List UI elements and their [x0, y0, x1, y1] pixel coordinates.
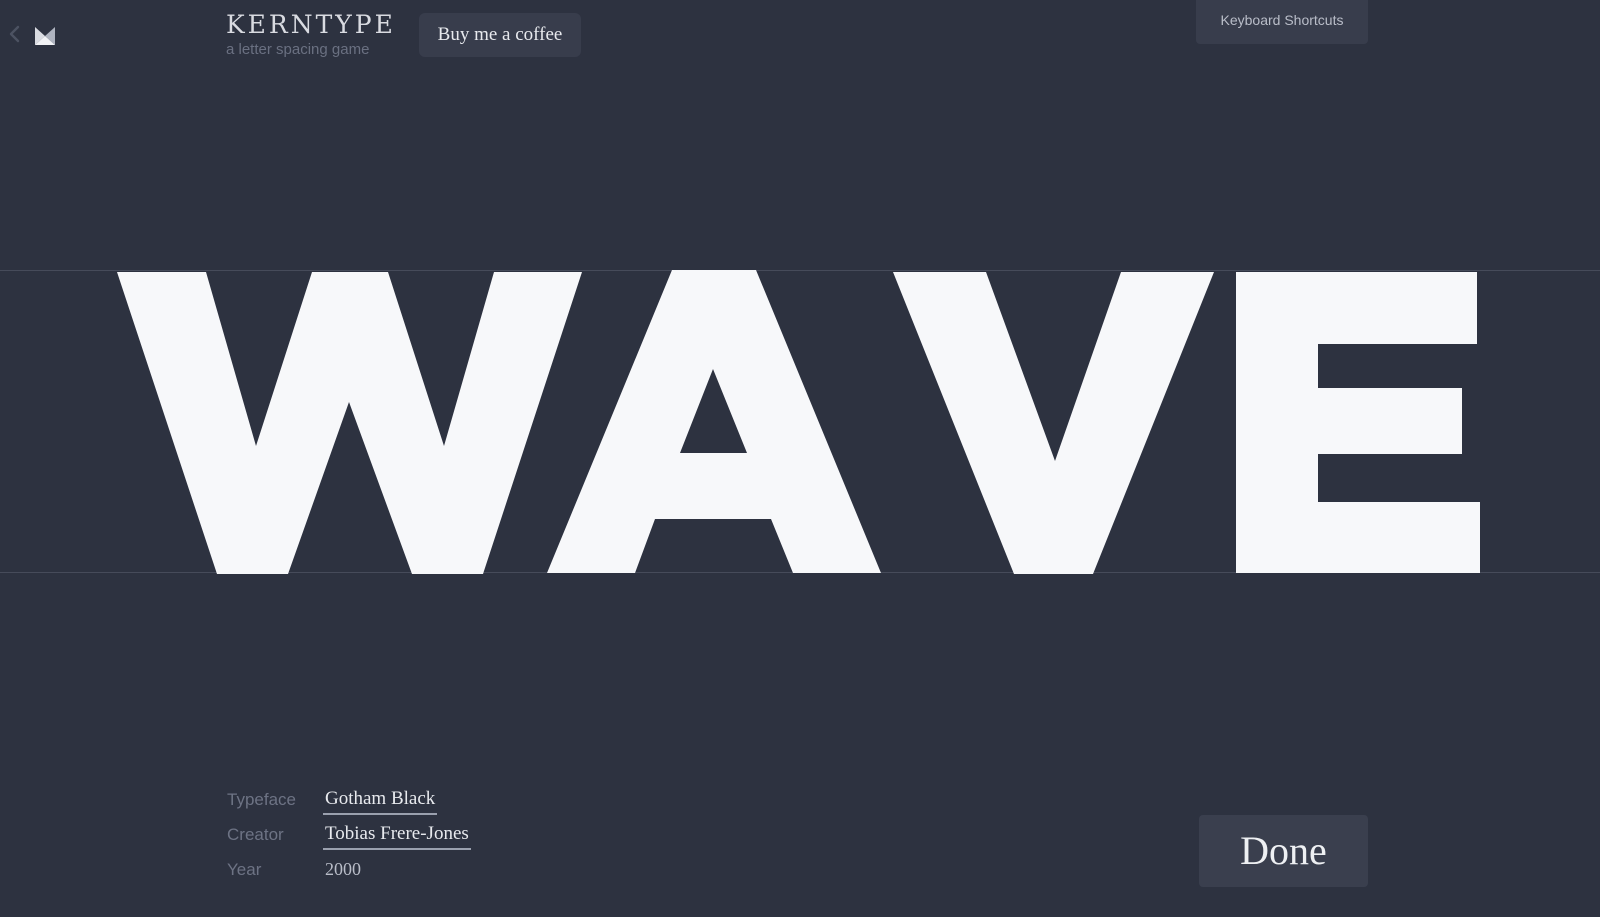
year-value: 2000 [325, 859, 361, 879]
letter-e[interactable] [1236, 272, 1480, 573]
creator-label: Creator [227, 825, 284, 844]
typeface-link[interactable]: Gotham Black [323, 785, 438, 815]
letter-w[interactable] [117, 272, 582, 574]
puzzle-word [117, 270, 1480, 574]
typeface-label: Typeface [227, 790, 296, 809]
letter-v[interactable] [893, 272, 1214, 574]
creator-row: Creator Tobias Frere-Jones [227, 820, 471, 855]
typeface-info: Typeface Gotham Black Creator Tobias Fre… [227, 785, 471, 890]
year-label: Year [227, 860, 262, 879]
typeface-row: Typeface Gotham Black [227, 785, 471, 820]
year-row: Year 2000 [227, 855, 471, 890]
letter-a[interactable] [547, 270, 881, 573]
done-button[interactable]: Done [1199, 815, 1368, 887]
creator-link[interactable]: Tobias Frere-Jones [323, 820, 471, 850]
